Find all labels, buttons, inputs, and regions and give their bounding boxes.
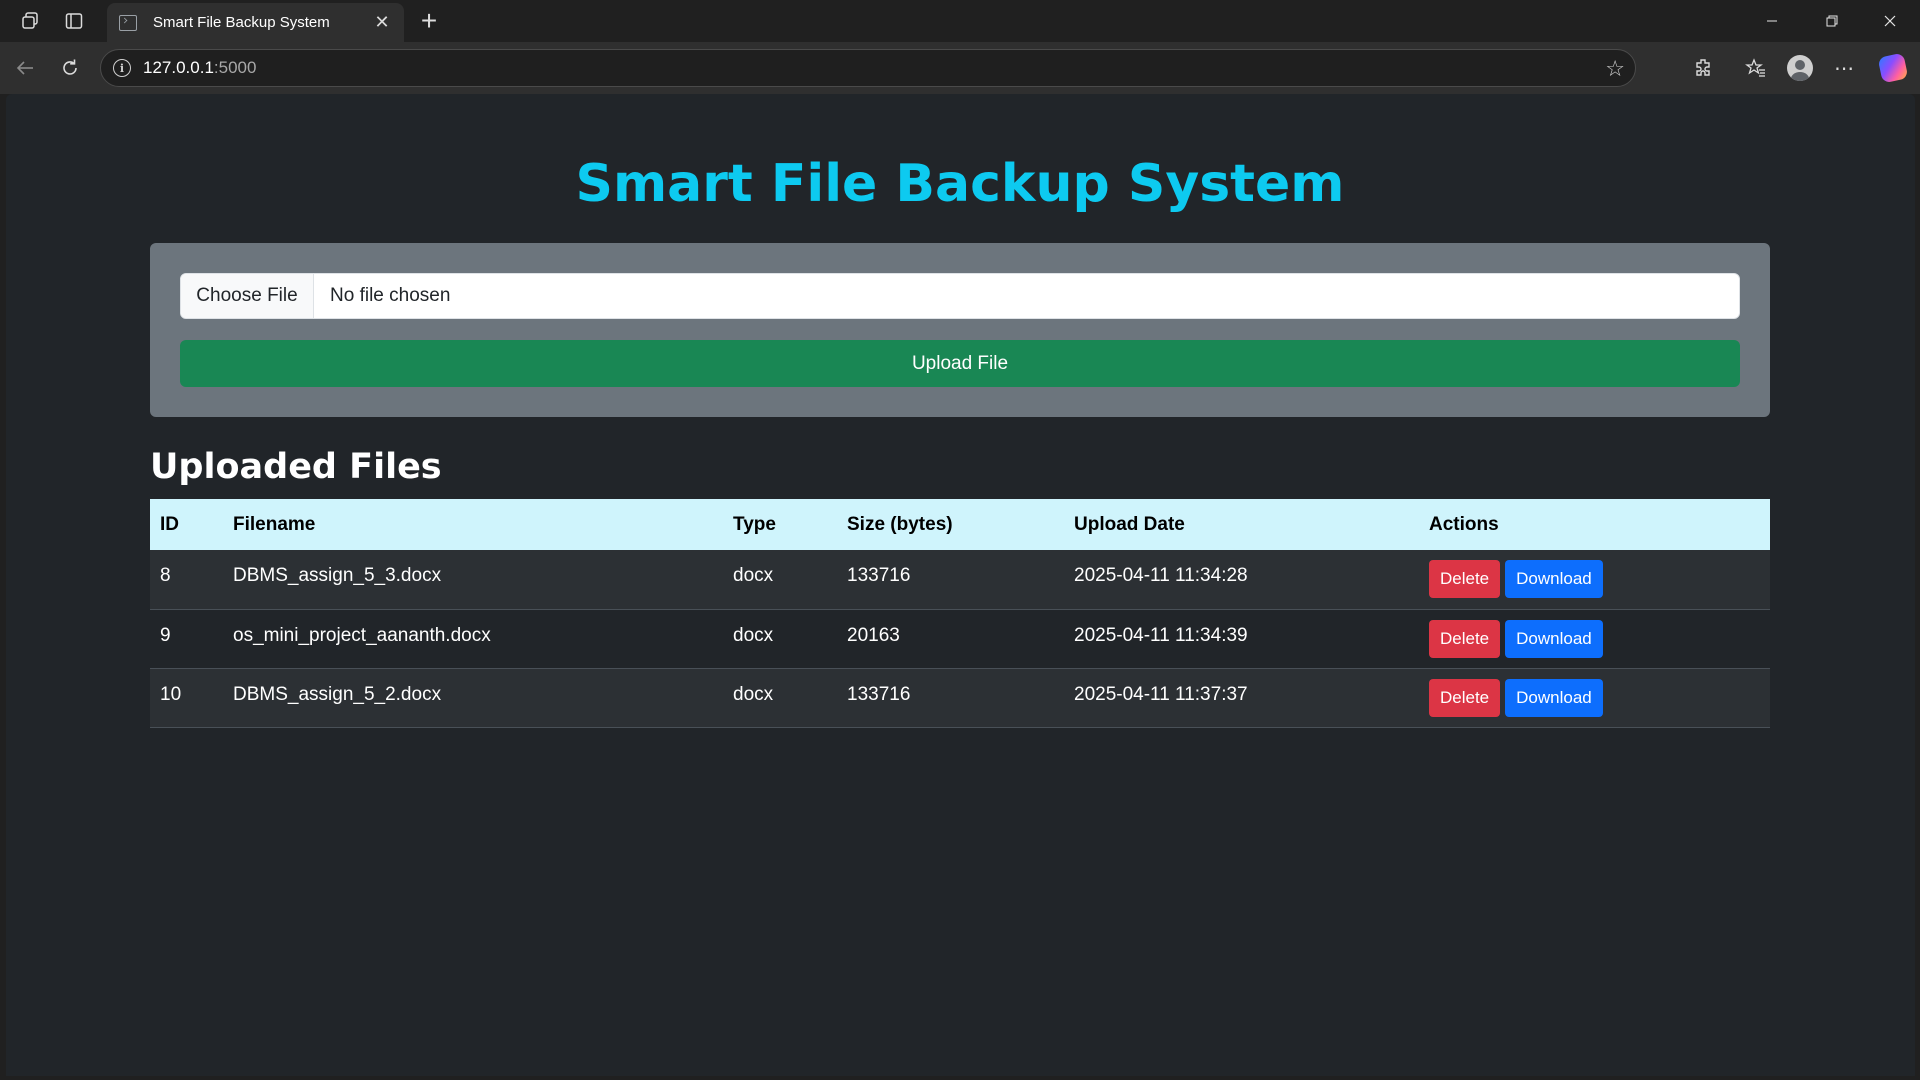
table-row: 9 os_mini_project_aananth.docx docx 2016… bbox=[150, 609, 1770, 669]
delete-button[interactable]: Delete bbox=[1429, 678, 1501, 717]
favorite-star-icon[interactable]: ☆ bbox=[1605, 56, 1625, 82]
restore-icon[interactable] bbox=[1812, 8, 1852, 34]
files-table: ID Filename Type Size (bytes) Upload Dat… bbox=[150, 499, 1770, 728]
terminal-favicon-icon bbox=[119, 14, 137, 31]
cell-id: 9 bbox=[150, 609, 223, 669]
upload-file-button[interactable]: Upload File bbox=[180, 340, 1740, 387]
column-header-size: Size (bytes) bbox=[837, 499, 1064, 550]
delete-button[interactable]: Delete bbox=[1429, 560, 1501, 599]
uploaded-files-heading: Uploaded Files bbox=[150, 447, 442, 487]
delete-button[interactable]: Delete bbox=[1429, 619, 1501, 658]
file-input[interactable]: Choose File No file chosen bbox=[180, 273, 1740, 319]
page-title: Smart File Backup System bbox=[575, 154, 1345, 214]
cell-upload-date: 2025-04-11 11:34:39 bbox=[1064, 609, 1419, 669]
cell-actions: Delete Download bbox=[1419, 668, 1770, 728]
cell-size: 20163 bbox=[837, 609, 1064, 669]
cell-upload-date: 2025-04-11 11:37:37 bbox=[1064, 668, 1419, 728]
url-text: 127.0.0.1:5000 bbox=[143, 58, 257, 77]
extensions-icon[interactable] bbox=[1688, 52, 1720, 84]
table-header-row: ID Filename Type Size (bytes) Upload Dat… bbox=[150, 499, 1770, 550]
cell-id: 8 bbox=[150, 550, 223, 610]
workspaces-icon[interactable] bbox=[18, 9, 42, 33]
site-info-icon[interactable]: i bbox=[113, 59, 131, 77]
cell-filename: DBMS_assign_5_2.docx bbox=[223, 668, 723, 728]
browser-toolbar: i 127.0.0.1:5000 ☆ ⋯ bbox=[0, 42, 1920, 94]
favorites-icon[interactable] bbox=[1740, 52, 1772, 84]
cell-type: docx bbox=[723, 668, 837, 728]
cell-size: 133716 bbox=[837, 550, 1064, 610]
table-row: 10 DBMS_assign_5_2.docx docx 133716 2025… bbox=[150, 668, 1770, 728]
file-status-text: No file chosen bbox=[330, 285, 451, 306]
page-viewport: Smart File Backup System Choose File No … bbox=[6, 94, 1915, 1076]
cell-type: docx bbox=[723, 609, 837, 669]
vertical-tabs-icon[interactable] bbox=[62, 9, 86, 33]
choose-file-button[interactable]: Choose File bbox=[181, 274, 314, 318]
cell-upload-date: 2025-04-11 11:34:28 bbox=[1064, 550, 1419, 610]
browser-titlebar: Smart File Backup System ✕ + bbox=[0, 0, 1920, 42]
address-bar[interactable]: i 127.0.0.1:5000 ☆ bbox=[100, 49, 1636, 87]
download-button[interactable]: Download bbox=[1505, 560, 1603, 599]
refresh-icon[interactable] bbox=[54, 52, 86, 84]
column-header-filename: Filename bbox=[223, 499, 723, 550]
cell-actions: Delete Download bbox=[1419, 550, 1770, 610]
profile-avatar-icon[interactable] bbox=[1784, 52, 1816, 84]
new-tab-icon[interactable]: + bbox=[414, 6, 444, 36]
cell-filename: DBMS_assign_5_3.docx bbox=[223, 550, 723, 610]
download-button[interactable]: Download bbox=[1505, 678, 1603, 717]
copilot-icon[interactable] bbox=[1877, 52, 1909, 84]
cell-filename: os_mini_project_aananth.docx bbox=[223, 609, 723, 669]
more-options-icon[interactable]: ⋯ bbox=[1828, 52, 1860, 84]
cell-actions: Delete Download bbox=[1419, 609, 1770, 669]
back-arrow-icon[interactable] bbox=[9, 52, 41, 84]
table-row: 8 DBMS_assign_5_3.docx docx 133716 2025-… bbox=[150, 550, 1770, 610]
cell-size: 133716 bbox=[837, 668, 1064, 728]
column-header-upload-date: Upload Date bbox=[1064, 499, 1419, 550]
cell-id: 10 bbox=[150, 668, 223, 728]
tab-title: Smart File Backup System bbox=[153, 14, 330, 31]
close-tab-icon[interactable]: ✕ bbox=[372, 12, 392, 33]
minimize-icon[interactable] bbox=[1752, 8, 1792, 34]
browser-tab[interactable]: Smart File Backup System ✕ bbox=[107, 3, 404, 42]
cell-type: docx bbox=[723, 550, 837, 610]
close-window-icon[interactable] bbox=[1870, 8, 1910, 34]
upload-form: Choose File No file chosen Upload File bbox=[150, 243, 1770, 417]
column-header-id: ID bbox=[150, 499, 223, 550]
download-button[interactable]: Download bbox=[1505, 619, 1603, 658]
column-header-type: Type bbox=[723, 499, 837, 550]
column-header-actions: Actions bbox=[1419, 499, 1770, 550]
